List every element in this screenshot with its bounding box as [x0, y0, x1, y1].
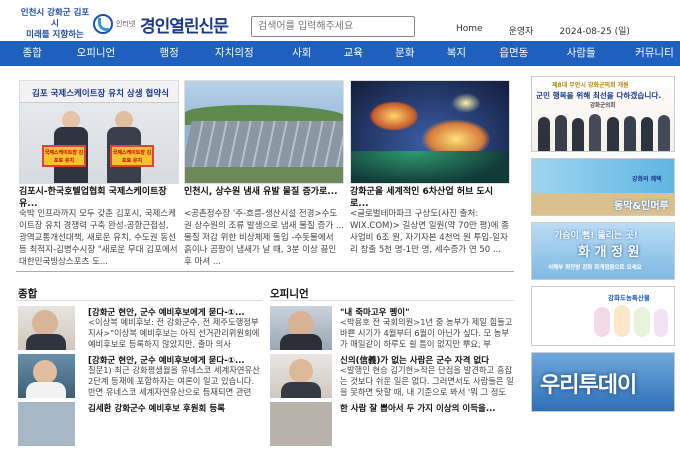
sign-right: 국제스케이트장 김포로 유치: [110, 145, 154, 167]
feature-desc-3: <글로벌테마파크 구상도(사진 출처: WIX.COM)> 길상면 일원(약 7…: [350, 209, 509, 255]
section-line-general: [16, 300, 262, 301]
council-members-photo: [538, 111, 670, 151]
row-thumb-6[interactable]: [270, 402, 332, 446]
feature-image-1[interactable]: 김포 국제스케이트장 유치 상생 협약식 국제스케이트장 김포로 유치 국제스케…: [19, 80, 179, 184]
banner-woori-text1: 우리투데이: [540, 373, 637, 398]
nav-item-council[interactable]: 자치의정: [209, 41, 260, 66]
list-item[interactable]: 신의(信義)가 없는 사람은 군수 자격 없다 <발행인 현승 김기현>작은 단…: [270, 354, 516, 404]
feature-desc-2: <공촌정수장 '주-흐름-생산시설 전경>수도권 상수원의 조류 발생으로 냄새…: [184, 209, 344, 267]
site-logo[interactable]: 인천시 강화군 김포시 미래를 지향하는 인터넷 경인열린신문: [20, 8, 236, 41]
section-title-opinion[interactable]: 오피니언: [270, 286, 309, 301]
row-thumb-2[interactable]: [18, 354, 75, 398]
banner-council-text2: 군민 행복을 위해 최선을 다하겠습니다.: [536, 91, 662, 100]
section-title-general[interactable]: 종합: [18, 286, 37, 301]
banner-farm-text1: 강화도농특산물: [608, 294, 650, 302]
banner-woori-today[interactable]: 우리투데이: [531, 352, 675, 412]
slogan-line-1: 인천시 강화군 김포시: [20, 7, 90, 29]
main-nav: 종합 오피니언 행정 자치의정 사회 교육 문화 복지 읍면동 사람들 커뮤니티: [0, 41, 680, 66]
list-item[interactable]: 김세환 강화군수 예비후보 후원회 등록: [18, 402, 264, 452]
list-item[interactable]: [강화군 현안, 군수 예비후보에게 묻다-①... <이상복 예비후보: 전 …: [18, 306, 264, 356]
banner-garden-text1: 가슴이 뻥! 뚫리는 곳!: [554, 231, 638, 241]
row-desc-2: 질문1) 최근 강화평생월을 유네스코 세계자연유산 2단계 등재에 포함하자는…: [88, 365, 260, 398]
brand-prefix: 인터넷: [116, 20, 136, 28]
feature-image-3[interactable]: [350, 80, 510, 184]
nav-item-opinion[interactable]: 오피니언: [65, 41, 126, 66]
row-title-6[interactable]: 한 사람 잘 뽑아서 두 가지 이상의 이득을...: [340, 402, 516, 414]
feature-title-2[interactable]: 인천시, 상수원 냄새 유발 물질 증가로...: [184, 186, 344, 210]
image-caption: 김포 국제스케이트장 유치 상생 협약식: [32, 89, 169, 99]
banner-beach-text1: 강화의 혜택: [632, 176, 662, 183]
logo-slogan: 인천시 강화군 김포시 미래를 지향하는: [20, 8, 90, 41]
banner-council-text3: 강화군의회: [590, 103, 616, 109]
list-item[interactable]: "내 죽마고우 펭이" <박용호 전 국회의원>1년 중 농부가 제일 힘들고 …: [270, 306, 516, 356]
row-thumb-5[interactable]: [270, 354, 332, 398]
logo-emblem-icon: [93, 14, 113, 34]
banner-garden[interactable]: 가슴이 뻥! 뚫리는 곳! 화 개 정 원 서해부 최전방 강화 화개정원으로 …: [531, 222, 675, 280]
top-links: Home 운영자 2024-08-25 (일): [456, 24, 656, 37]
feature-title-3[interactable]: 강화군을 세계적인 6차산업 허브 도시로...: [350, 186, 510, 210]
feature-image-2[interactable]: [184, 80, 344, 184]
nav-item-community[interactable]: 커뮤니티: [629, 41, 680, 66]
nav-item-education[interactable]: 교육: [340, 41, 368, 66]
nav-item-admin[interactable]: 행정: [150, 41, 187, 66]
list-item[interactable]: [강화군 현안, 군수 예비후보에게 묻다-①... 질문1) 최근 강화평생월…: [18, 354, 264, 404]
search-input[interactable]: [251, 16, 415, 37]
banner-beach[interactable]: 강화의 혜택 동막&민머루: [531, 158, 675, 216]
brand-name: 경인열린신문: [140, 16, 229, 37]
section-line-opinion: [270, 300, 514, 301]
banner-beach-text2: 동막&민머루: [614, 201, 669, 212]
section-divider: [16, 271, 514, 272]
list-item[interactable]: 한 사람 잘 뽑아서 두 가지 이상의 이득을...: [270, 402, 516, 452]
banner-garden-text2: 화 개 정 원: [578, 245, 640, 260]
banner-farm-products[interactable]: 강화도농특산물: [531, 286, 675, 346]
row-desc-5: <발행인 현승 김기현>작은 단점을 발견하고 흠잡는 것보다 쉬운 일은 없다…: [340, 365, 514, 398]
row-thumb-3[interactable]: [18, 402, 75, 446]
sign-left: 국제스케이트장 김포로 유치: [42, 145, 86, 167]
admin-link[interactable]: 운영자: [509, 24, 534, 37]
date-display: 2024-08-25 (일): [559, 27, 630, 37]
nav-item-people[interactable]: 사람들: [562, 41, 601, 66]
nav-item-general[interactable]: 종합: [14, 41, 50, 66]
row-desc-4: <박용호 전 국회의원>1년 중 농부가 제일 힘들고 바쁜 시기가 4월부터 …: [340, 317, 513, 350]
feature-title-1[interactable]: 김포시-한국호텔업협회 국제스케이트장 유...: [19, 186, 179, 210]
slogan-line-2: 미래를 지향하는: [26, 29, 84, 40]
home-link[interactable]: Home: [456, 24, 483, 37]
nav-item-district[interactable]: 읍면동: [494, 41, 533, 66]
site-header: 인천시 강화군 김포시 미래를 지향하는 인터넷 경인열린신문 Home 운영자…: [0, 0, 680, 44]
row-desc-1: <이상복 예비후보: 전 강화군수, 전 제주도행정부지사>"이상복 예비후보는…: [88, 317, 260, 350]
row-thumb-4[interactable]: [270, 306, 332, 350]
feature-desc-1: 숙박 인프라까지 모두 갖춘 김포시, 국제스케이트장 유치 경쟁력 구축 완성…: [19, 209, 178, 267]
row-thumb-1[interactable]: [18, 306, 75, 350]
banner-garden-text3: 서해부 최전방 강화 화개정원으로 오세요: [548, 265, 642, 271]
nav-item-welfare[interactable]: 복지: [443, 41, 471, 66]
nav-item-culture[interactable]: 문화: [391, 41, 419, 66]
banner-council[interactable]: 제8대 무안시 강화군의회 개원 군민 행복을 위해 최선을 다하겠습니다. 강…: [531, 76, 675, 152]
row-title-3[interactable]: 김세환 강화군수 예비후보 후원회 등록: [88, 402, 264, 414]
banner-council-text1: 제8대 무안시 강화군의회 개원: [552, 82, 629, 89]
nav-item-society[interactable]: 사회: [288, 41, 316, 66]
